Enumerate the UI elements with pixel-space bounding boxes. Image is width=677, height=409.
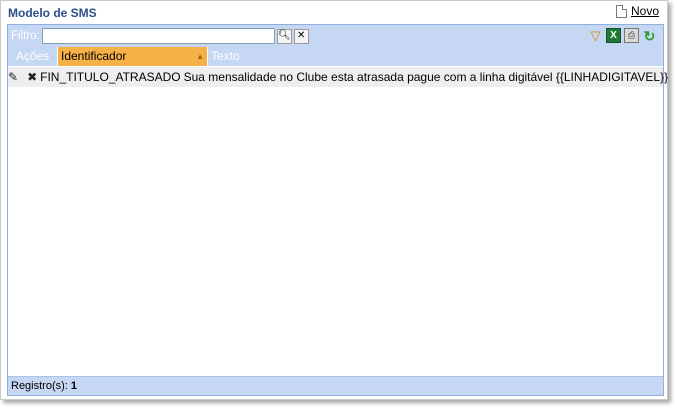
new-document-icon <box>615 4 627 18</box>
novo-button[interactable]: Novo <box>615 4 659 18</box>
column-header-identificador-label: Identificador <box>61 49 127 63</box>
print-icon[interactable]: ⎙ <box>624 28 639 43</box>
sms-template-window: Modelo de SMS Novo Filtro: 🔍︎ ✕ ▽ X ⎙ ↻ … <box>0 0 668 400</box>
filter-icon[interactable]: ▽ <box>588 28 603 43</box>
edit-pencil-icon[interactable]: ✎ <box>8 71 18 83</box>
record-count-label: Registro(s): <box>11 380 68 392</box>
column-header-acoes: Ações <box>8 47 58 66</box>
row-actions: ✎ ✖ <box>8 71 37 83</box>
sort-ascending-icon: ▲ <box>196 52 204 61</box>
search-icon[interactable]: 🔍︎ <box>276 28 292 44</box>
table-row[interactable]: ✎ ✖ FIN_TITULO_ATRASADO Sua mensalidade … <box>8 67 668 87</box>
cell-texto: Sua mensalidade no Clube esta atrasada p… <box>183 70 669 84</box>
excel-icon[interactable]: X <box>606 28 621 43</box>
refresh-icon[interactable]: ↻ <box>642 28 657 43</box>
grid-footer: Registro(s): 1 <box>8 376 663 395</box>
filter-label: Filtro: <box>11 30 40 42</box>
toolbar-actions: ▽ X ⎙ ↻ <box>588 28 657 43</box>
page-title: Modelo de SMS <box>8 6 97 20</box>
grid-panel: Filtro: 🔍︎ ✕ ▽ X ⎙ ↻ Ações Identificador… <box>7 24 668 396</box>
grid-header: Ações Identificador ▲ Texto <box>8 47 663 66</box>
cell-identificador: FIN_TITULO_ATRASADO <box>40 70 181 84</box>
delete-x-icon[interactable]: ✖ <box>27 71 37 83</box>
grid-toolbar: Filtro: 🔍︎ ✕ ▽ X ⎙ ↻ <box>8 25 663 47</box>
column-header-texto[interactable]: Texto <box>208 47 663 66</box>
record-count-value: 1 <box>70 380 78 392</box>
novo-label: Novo <box>630 4 659 18</box>
filter-input[interactable] <box>41 28 275 44</box>
eraser-icon[interactable]: ✕ <box>293 28 309 44</box>
column-header-identificador[interactable]: Identificador ▲ <box>58 47 208 66</box>
